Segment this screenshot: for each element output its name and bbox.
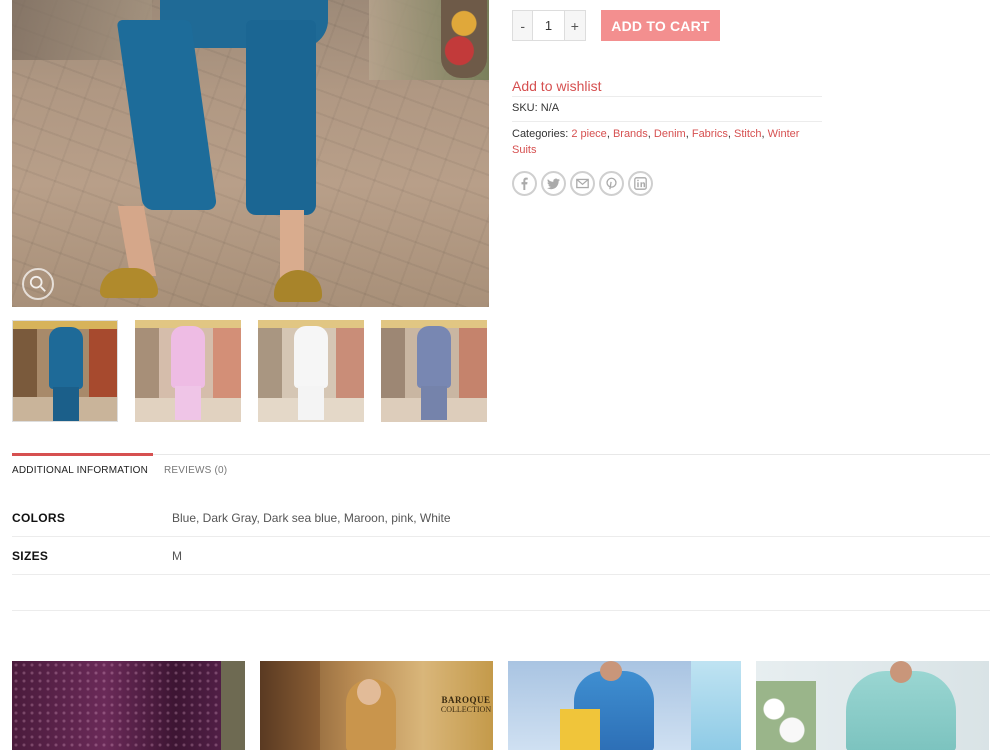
attribute-value: Blue, Dark Gray, Dark sea blue, Maroon, … [172,511,451,525]
tab-reviews[interactable]: REVIEWS (0) [164,465,227,476]
model-shoe-left [100,268,158,298]
category-link[interactable]: 2 piece [571,128,606,140]
related-product-3[interactable] [508,661,741,750]
thumbnail-white[interactable] [258,320,364,422]
model-trouser-right [246,20,316,215]
related-product-2[interactable]: BAROQUE COLLECTION [260,661,493,750]
thumbnail-figure [417,326,451,388]
email-share-button[interactable] [570,171,595,196]
sku-value: N/A [540,102,560,114]
brand-logo: BAROQUE COLLECTION [440,695,492,714]
attribute-row-colors: COLORS Blue, Dark Gray, Dark sea blue, M… [12,499,990,537]
model-leg-right [280,210,304,278]
category-link[interactable]: Brands [613,128,648,140]
categories-label: Categories: [512,128,569,140]
twitter-share-button[interactable] [541,171,566,196]
category-link[interactable]: Fabrics [692,128,728,140]
thumbnail-pink[interactable] [135,320,241,422]
zoom-icon [29,275,46,292]
attribute-label: SIZES [12,549,49,563]
attribute-value: M [172,549,182,563]
active-tab-indicator [12,453,153,456]
thumbnail-dark-sea-blue[interactable] [381,320,487,422]
twitter-icon [547,178,560,190]
facebook-icon [521,177,528,190]
quantity-stepper: - 1 + [512,10,586,41]
category-link[interactable]: Denim [654,128,686,140]
quantity-decrease-button[interactable]: - [513,11,534,40]
attribute-label: COLORS [12,511,66,525]
thumbnail-figure [49,327,83,389]
section-divider [12,610,990,611]
product-main-image[interactable] [12,0,489,307]
tabs-divider [12,454,990,455]
embroidery-pattern [12,661,245,750]
related-product-1[interactable] [12,661,245,750]
attribute-row-sizes: SIZES M [12,537,990,575]
add-to-cart-button[interactable]: ADD TO CART [601,10,720,41]
zoom-button[interactable] [22,268,54,300]
linkedin-icon [634,177,647,190]
divider [512,96,822,97]
linkedin-share-button[interactable] [628,171,653,196]
flower-garland [441,0,487,78]
category-link[interactable]: Stitch [734,128,762,140]
thumbnail-blue[interactable] [12,320,118,422]
related-product-4[interactable] [756,661,989,750]
pinterest-icon [606,177,617,190]
add-to-wishlist-link[interactable]: Add to wishlist [512,78,601,94]
pinterest-share-button[interactable] [599,171,624,196]
quantity-increase-button[interactable]: + [563,11,585,40]
thumbnail-figure [294,326,328,388]
divider [512,121,822,122]
thumbnail-figure [171,326,205,388]
categories-line: Categories: 2 piece, Brands, Denim, Fabr… [512,128,800,156]
share-icons [512,171,653,196]
email-icon [576,178,589,189]
tab-additional-information[interactable]: ADDITIONAL INFORMATION [12,465,148,476]
quantity-input[interactable]: 1 [533,11,564,40]
sku-line: SKU: N/A [512,102,559,114]
sku-label: SKU: [512,102,538,114]
facebook-share-button[interactable] [512,171,537,196]
thumbnail-strip [12,320,488,422]
